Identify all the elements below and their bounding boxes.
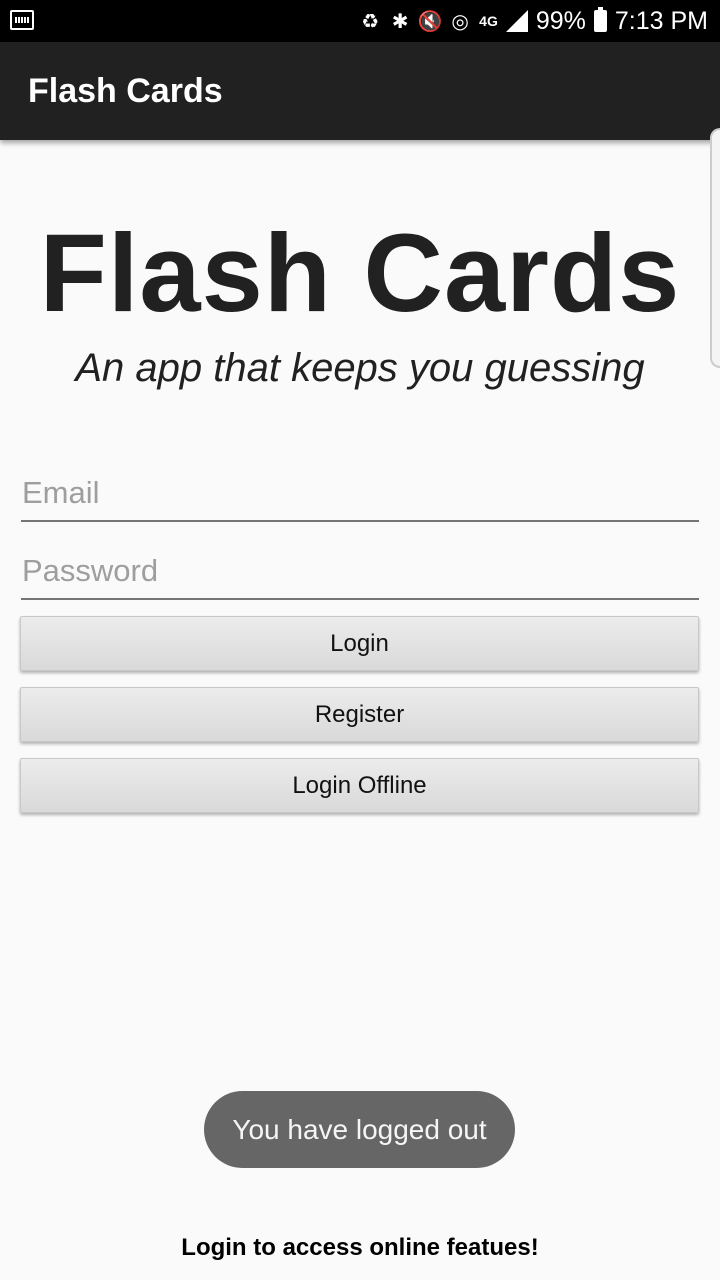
register-button[interactable]: Register xyxy=(20,687,699,742)
screen-capture-icon xyxy=(10,10,34,30)
email-field[interactable] xyxy=(21,466,699,522)
login-button[interactable]: Login xyxy=(20,616,699,671)
hero-subtitle: An app that keeps you guessing xyxy=(75,346,645,390)
app-bar-title: Flash Cards xyxy=(28,72,223,110)
wifi-icon: ◎ xyxy=(451,10,469,33)
hero-title: Flash Cards xyxy=(39,212,681,335)
clock: 7:13 PM xyxy=(614,6,708,35)
footer-text: Login to access online featues! xyxy=(181,1234,539,1261)
signal-icon xyxy=(505,10,528,32)
bluetooth-icon: ✱ xyxy=(391,10,409,33)
status-icons: ♻ ✱ 🔇 ◎ 4G 99% 7:13 PM xyxy=(359,0,708,42)
status-bar: ♻ ✱ 🔇 ◎ 4G 99% 7:13 PM xyxy=(0,0,720,42)
battery-saver-icon: ♻ xyxy=(361,10,380,33)
toast-message: You have logged out xyxy=(204,1091,515,1168)
network-type: 4G xyxy=(479,13,498,29)
password-field[interactable] xyxy=(21,544,699,600)
app-bar: Flash Cards xyxy=(0,42,720,140)
login-offline-button[interactable]: Login Offline xyxy=(20,758,699,813)
battery-percent: 99% xyxy=(535,6,586,35)
battery-icon xyxy=(593,7,607,32)
mute-icon: 🔇 xyxy=(417,10,443,33)
